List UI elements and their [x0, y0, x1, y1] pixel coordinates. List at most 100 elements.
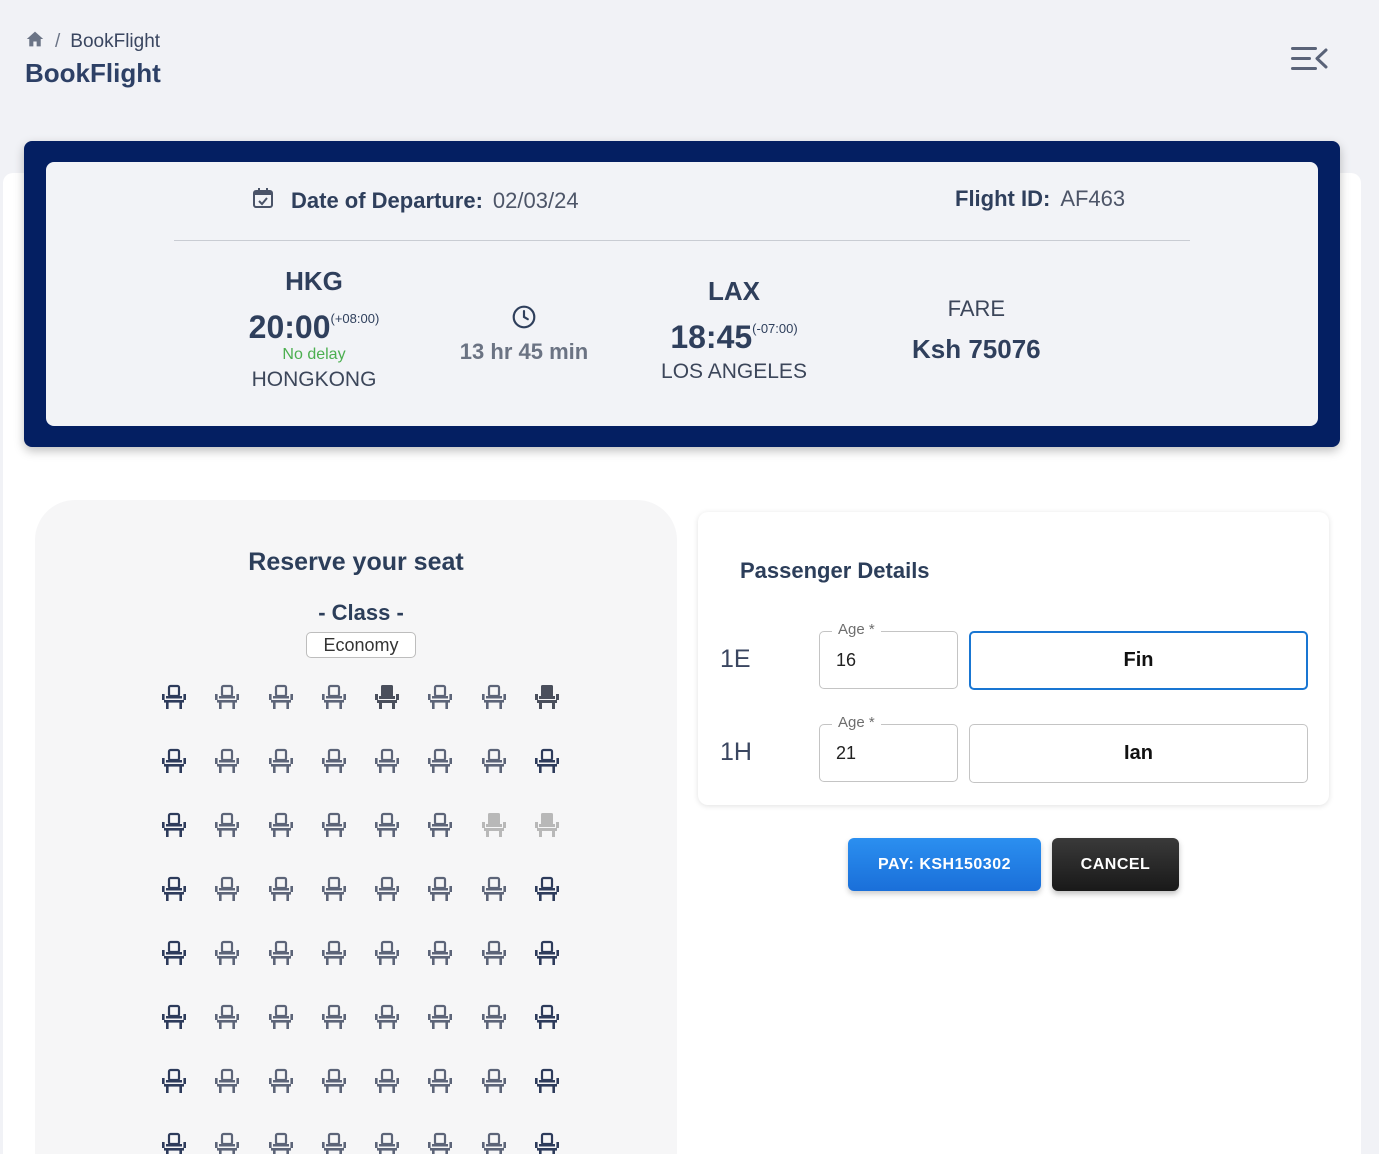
seat-icon[interactable]	[156, 998, 192, 1034]
clock-icon	[511, 305, 537, 334]
seat-icon[interactable]	[476, 1062, 512, 1098]
duration-block: 13 hr 45 min	[444, 304, 604, 365]
seat-icon[interactable]	[369, 870, 405, 906]
name-input[interactable]	[971, 633, 1306, 688]
seat-icon[interactable]	[529, 998, 565, 1034]
seat-icon[interactable]	[263, 1126, 299, 1154]
destination-time-wrap: 18:45(-07:00)	[654, 319, 814, 356]
seat-icon	[476, 806, 512, 842]
seat-icon[interactable]	[209, 806, 245, 842]
passenger-seat: 1E	[720, 645, 751, 673]
flight-duration: 13 hr 45 min	[459, 339, 589, 364]
seat-icon[interactable]	[263, 806, 299, 842]
seat-icon[interactable]	[369, 934, 405, 970]
seat-icon[interactable]	[369, 1126, 405, 1154]
seat-icon[interactable]	[529, 934, 565, 970]
seat-icon[interactable]	[476, 870, 512, 906]
seat-icon[interactable]	[209, 934, 245, 970]
seat-icon[interactable]	[422, 806, 458, 842]
seat-icon[interactable]	[263, 998, 299, 1034]
seat-icon[interactable]	[316, 1062, 352, 1098]
origin-block: HKG 20:00(+08:00) No delay HONGKONG	[236, 266, 392, 392]
seat-icon[interactable]	[369, 742, 405, 778]
seat-icon[interactable]	[156, 934, 192, 970]
age-field: Age *	[819, 621, 958, 689]
seat-icon[interactable]	[263, 934, 299, 970]
origin-code: HKG	[285, 266, 343, 296]
seat-icon[interactable]	[209, 998, 245, 1034]
seat-icon[interactable]	[156, 1062, 192, 1098]
seat-icon[interactable]	[263, 678, 299, 714]
seat-icon[interactable]	[476, 678, 512, 714]
seat-icon[interactable]	[369, 998, 405, 1034]
seat-icon[interactable]	[316, 1126, 352, 1154]
seat-icon[interactable]	[209, 742, 245, 778]
class-chip[interactable]: Economy	[306, 632, 416, 658]
seat-map-panel: Reserve your seat - Class - Economy	[35, 500, 677, 1154]
seat-icon[interactable]	[369, 806, 405, 842]
seat-icon[interactable]	[476, 998, 512, 1034]
seat-icon[interactable]	[209, 1126, 245, 1154]
age-input[interactable]	[821, 726, 956, 780]
seat-icon[interactable]	[369, 1062, 405, 1098]
seat-icon[interactable]	[316, 870, 352, 906]
breadcrumb: / BookFlight	[25, 30, 160, 54]
seat-icon[interactable]	[316, 678, 352, 714]
name-field	[969, 631, 1308, 690]
seat-icon[interactable]	[263, 1062, 299, 1098]
passenger-row: 1H Age *	[698, 714, 1329, 784]
age-input[interactable]	[821, 633, 956, 687]
seat-icon[interactable]	[422, 1126, 458, 1154]
seat-icon[interactable]	[263, 870, 299, 906]
seat-icon[interactable]	[156, 806, 192, 842]
seat-icon[interactable]	[209, 1062, 245, 1098]
page-title: BookFlight	[25, 58, 161, 88]
divider	[174, 240, 1190, 241]
seat-icon[interactable]	[529, 1126, 565, 1154]
departure-date-row: Date of Departure: 02/03/24	[251, 186, 579, 216]
seat-icon[interactable]	[316, 998, 352, 1034]
seat-icon	[529, 806, 565, 842]
cancel-button[interactable]: CANCEL	[1052, 838, 1179, 891]
passenger-row: 1E Age *	[698, 621, 1329, 691]
origin-time: 20:00	[248, 309, 331, 345]
seat-icon[interactable]	[476, 1126, 512, 1154]
seat-icon[interactable]	[156, 678, 192, 714]
origin-city: HONGKONG	[251, 368, 377, 391]
seat-icon[interactable]	[263, 742, 299, 778]
seat-icon[interactable]	[316, 742, 352, 778]
seat-icon[interactable]	[422, 678, 458, 714]
pay-button[interactable]: PAY: KSH150302	[848, 838, 1041, 891]
seat-icon[interactable]	[156, 742, 192, 778]
seat-icon[interactable]	[476, 742, 512, 778]
seat-icon[interactable]	[316, 806, 352, 842]
home-icon[interactable]	[25, 30, 45, 54]
flight-id-label: Flight ID:	[955, 186, 1051, 211]
seat-icon[interactable]	[529, 678, 565, 714]
seat-icon[interactable]	[422, 742, 458, 778]
destination-time: 18:45	[670, 319, 753, 355]
age-field: Age *	[819, 714, 958, 782]
seat-icon[interactable]	[422, 998, 458, 1034]
calendar-icon	[251, 186, 275, 216]
passenger-details-card: Passenger Details 1E Age * 1H Age *	[698, 512, 1329, 805]
seat-icon[interactable]	[209, 870, 245, 906]
destination-code: LAX	[708, 276, 760, 306]
departure-date-label: Date of Departure:	[291, 188, 483, 213]
seat-icon[interactable]	[156, 870, 192, 906]
seat-icon[interactable]	[476, 934, 512, 970]
seat-icon[interactable]	[422, 934, 458, 970]
seat-icon[interactable]	[369, 678, 405, 714]
seat-icon[interactable]	[422, 1062, 458, 1098]
flight-summary-card: Date of Departure: 02/03/24 Flight ID: A…	[46, 162, 1318, 426]
name-input[interactable]	[970, 725, 1307, 782]
menu-collapse-icon[interactable]	[1289, 44, 1329, 74]
seat-icon[interactable]	[529, 1062, 565, 1098]
seat-icon[interactable]	[209, 678, 245, 714]
seat-icon[interactable]	[422, 870, 458, 906]
seat-icon[interactable]	[156, 1126, 192, 1154]
name-field	[969, 724, 1308, 783]
seat-icon[interactable]	[529, 870, 565, 906]
seat-icon[interactable]	[529, 742, 565, 778]
seat-icon[interactable]	[316, 934, 352, 970]
